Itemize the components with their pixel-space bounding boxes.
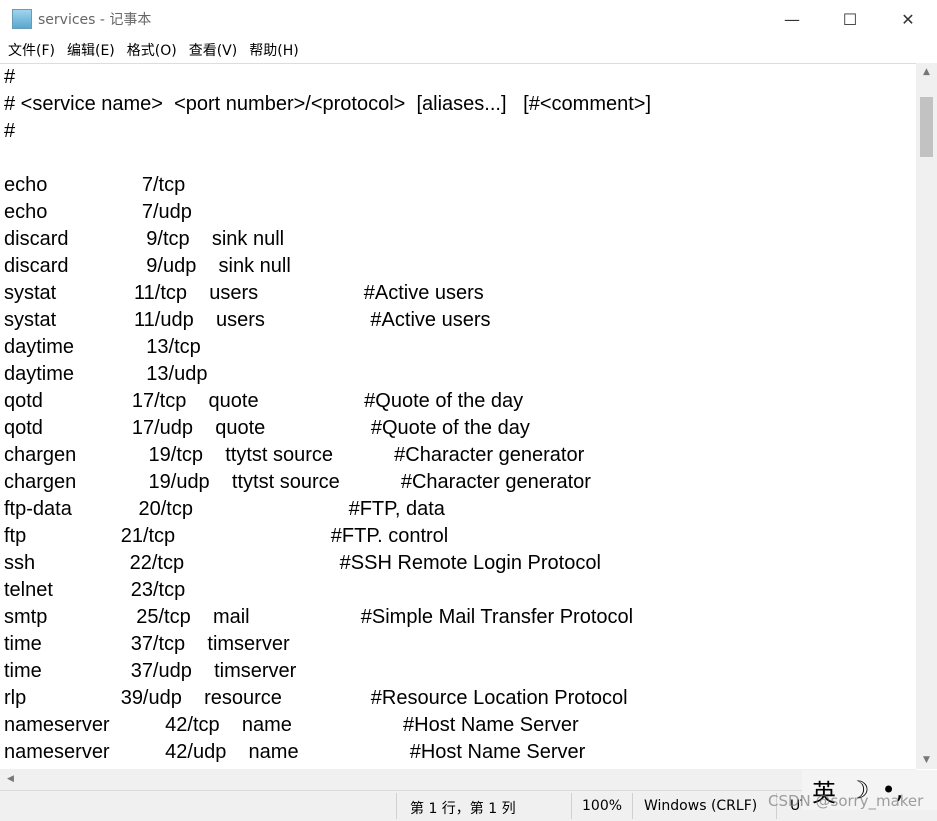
notepad-icon xyxy=(12,9,32,29)
title-bar: services - 记事本 — ☐ ✕ xyxy=(0,0,937,38)
window-title: services - 记事本 xyxy=(38,12,152,28)
menu-edit[interactable]: 编辑(E) xyxy=(61,40,121,60)
maximize-button[interactable]: ☐ xyxy=(821,0,879,38)
menu-format[interactable]: 格式(O) xyxy=(121,40,183,60)
text-editor[interactable]: # # <service name> <port number>/<protoc… xyxy=(0,63,916,770)
scroll-left-icon[interactable]: ◀ xyxy=(0,774,21,784)
watermark: CSDN @sorry_maker xyxy=(768,792,924,810)
file-content[interactable]: # # <service name> <port number>/<protoc… xyxy=(0,64,916,766)
menu-help[interactable]: 帮助(H) xyxy=(243,40,304,60)
scroll-down-icon[interactable]: ▼ xyxy=(916,755,937,765)
minimize-button[interactable]: — xyxy=(763,0,821,38)
scroll-thumb[interactable] xyxy=(920,97,933,157)
cursor-position: 第 1 行，第 1 列 xyxy=(410,801,516,817)
line-ending: Windows (CRLF) xyxy=(644,798,758,814)
menu-bar: 文件(F) 编辑(E) 格式(O) 查看(V) 帮助(H) xyxy=(0,38,937,62)
close-button[interactable]: ✕ xyxy=(879,0,937,38)
scroll-up-icon[interactable]: ▲ xyxy=(916,67,937,77)
zoom-level: 100% xyxy=(582,798,623,814)
horizontal-scrollbar[interactable]: ◀ xyxy=(0,769,916,790)
menu-view[interactable]: 查看(V) xyxy=(183,40,244,60)
menu-file[interactable]: 文件(F) xyxy=(2,40,61,60)
vertical-scrollbar[interactable]: ▲ ▼ xyxy=(916,63,937,769)
